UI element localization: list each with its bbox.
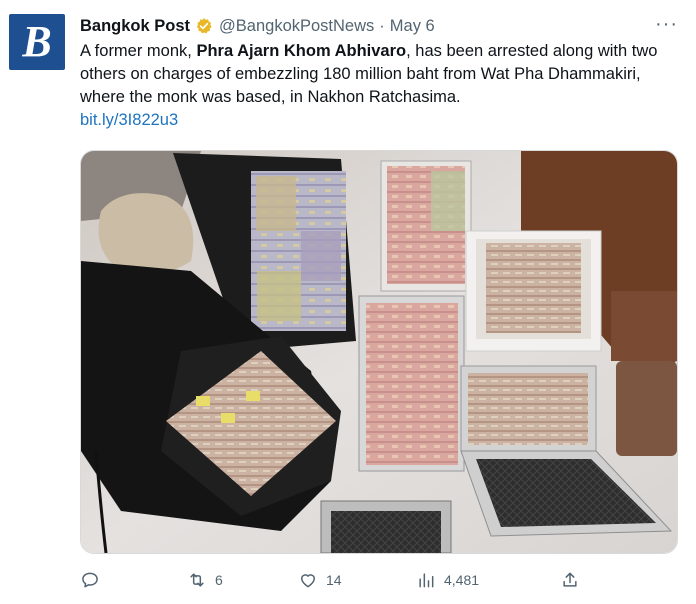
tweet-date[interactable]: May 6 [390,17,435,36]
tweet-photo[interactable] [80,150,678,554]
tweet-text-bold-name: Phra Ajarn Khom Abhivaro [196,42,407,60]
tweet-actions: 6 14 4,481 [80,566,590,594]
like-count: 14 [326,572,342,588]
avatar-logo-letter: B [22,17,52,66]
verified-badge-icon [195,17,213,35]
retweet-button[interactable]: 6 [187,570,223,590]
views-count: 4,481 [444,572,480,588]
share-button[interactable] [560,570,588,590]
views-chart-icon [419,573,434,588]
heart-icon [301,574,315,588]
views-button[interactable]: 4,481 [416,570,479,590]
reply-icon [82,572,98,588]
header-separator: · [379,16,385,35]
retweet-icon [190,573,204,587]
author-name[interactable]: Bangkok Post [80,17,190,36]
tweet-header: Bangkok Post @BangkokPostNews · May 6 [80,14,435,38]
avatar[interactable]: B [9,14,65,70]
photo-illustration [81,151,677,553]
more-options-icon[interactable]: ··· [655,14,678,34]
like-button[interactable]: 14 [298,570,342,590]
tweet-body: A former monk, Phra Ajarn Khom Abhivaro,… [80,40,676,132]
author-handle[interactable]: @BangkokPostNews [219,17,374,36]
tweet-text-part1: A former monk, [80,42,197,60]
tweet-link[interactable]: bit.ly/3I822u3 [80,109,676,132]
reply-button[interactable] [80,570,108,590]
retweet-count: 6 [215,572,223,588]
share-icon [563,572,577,587]
